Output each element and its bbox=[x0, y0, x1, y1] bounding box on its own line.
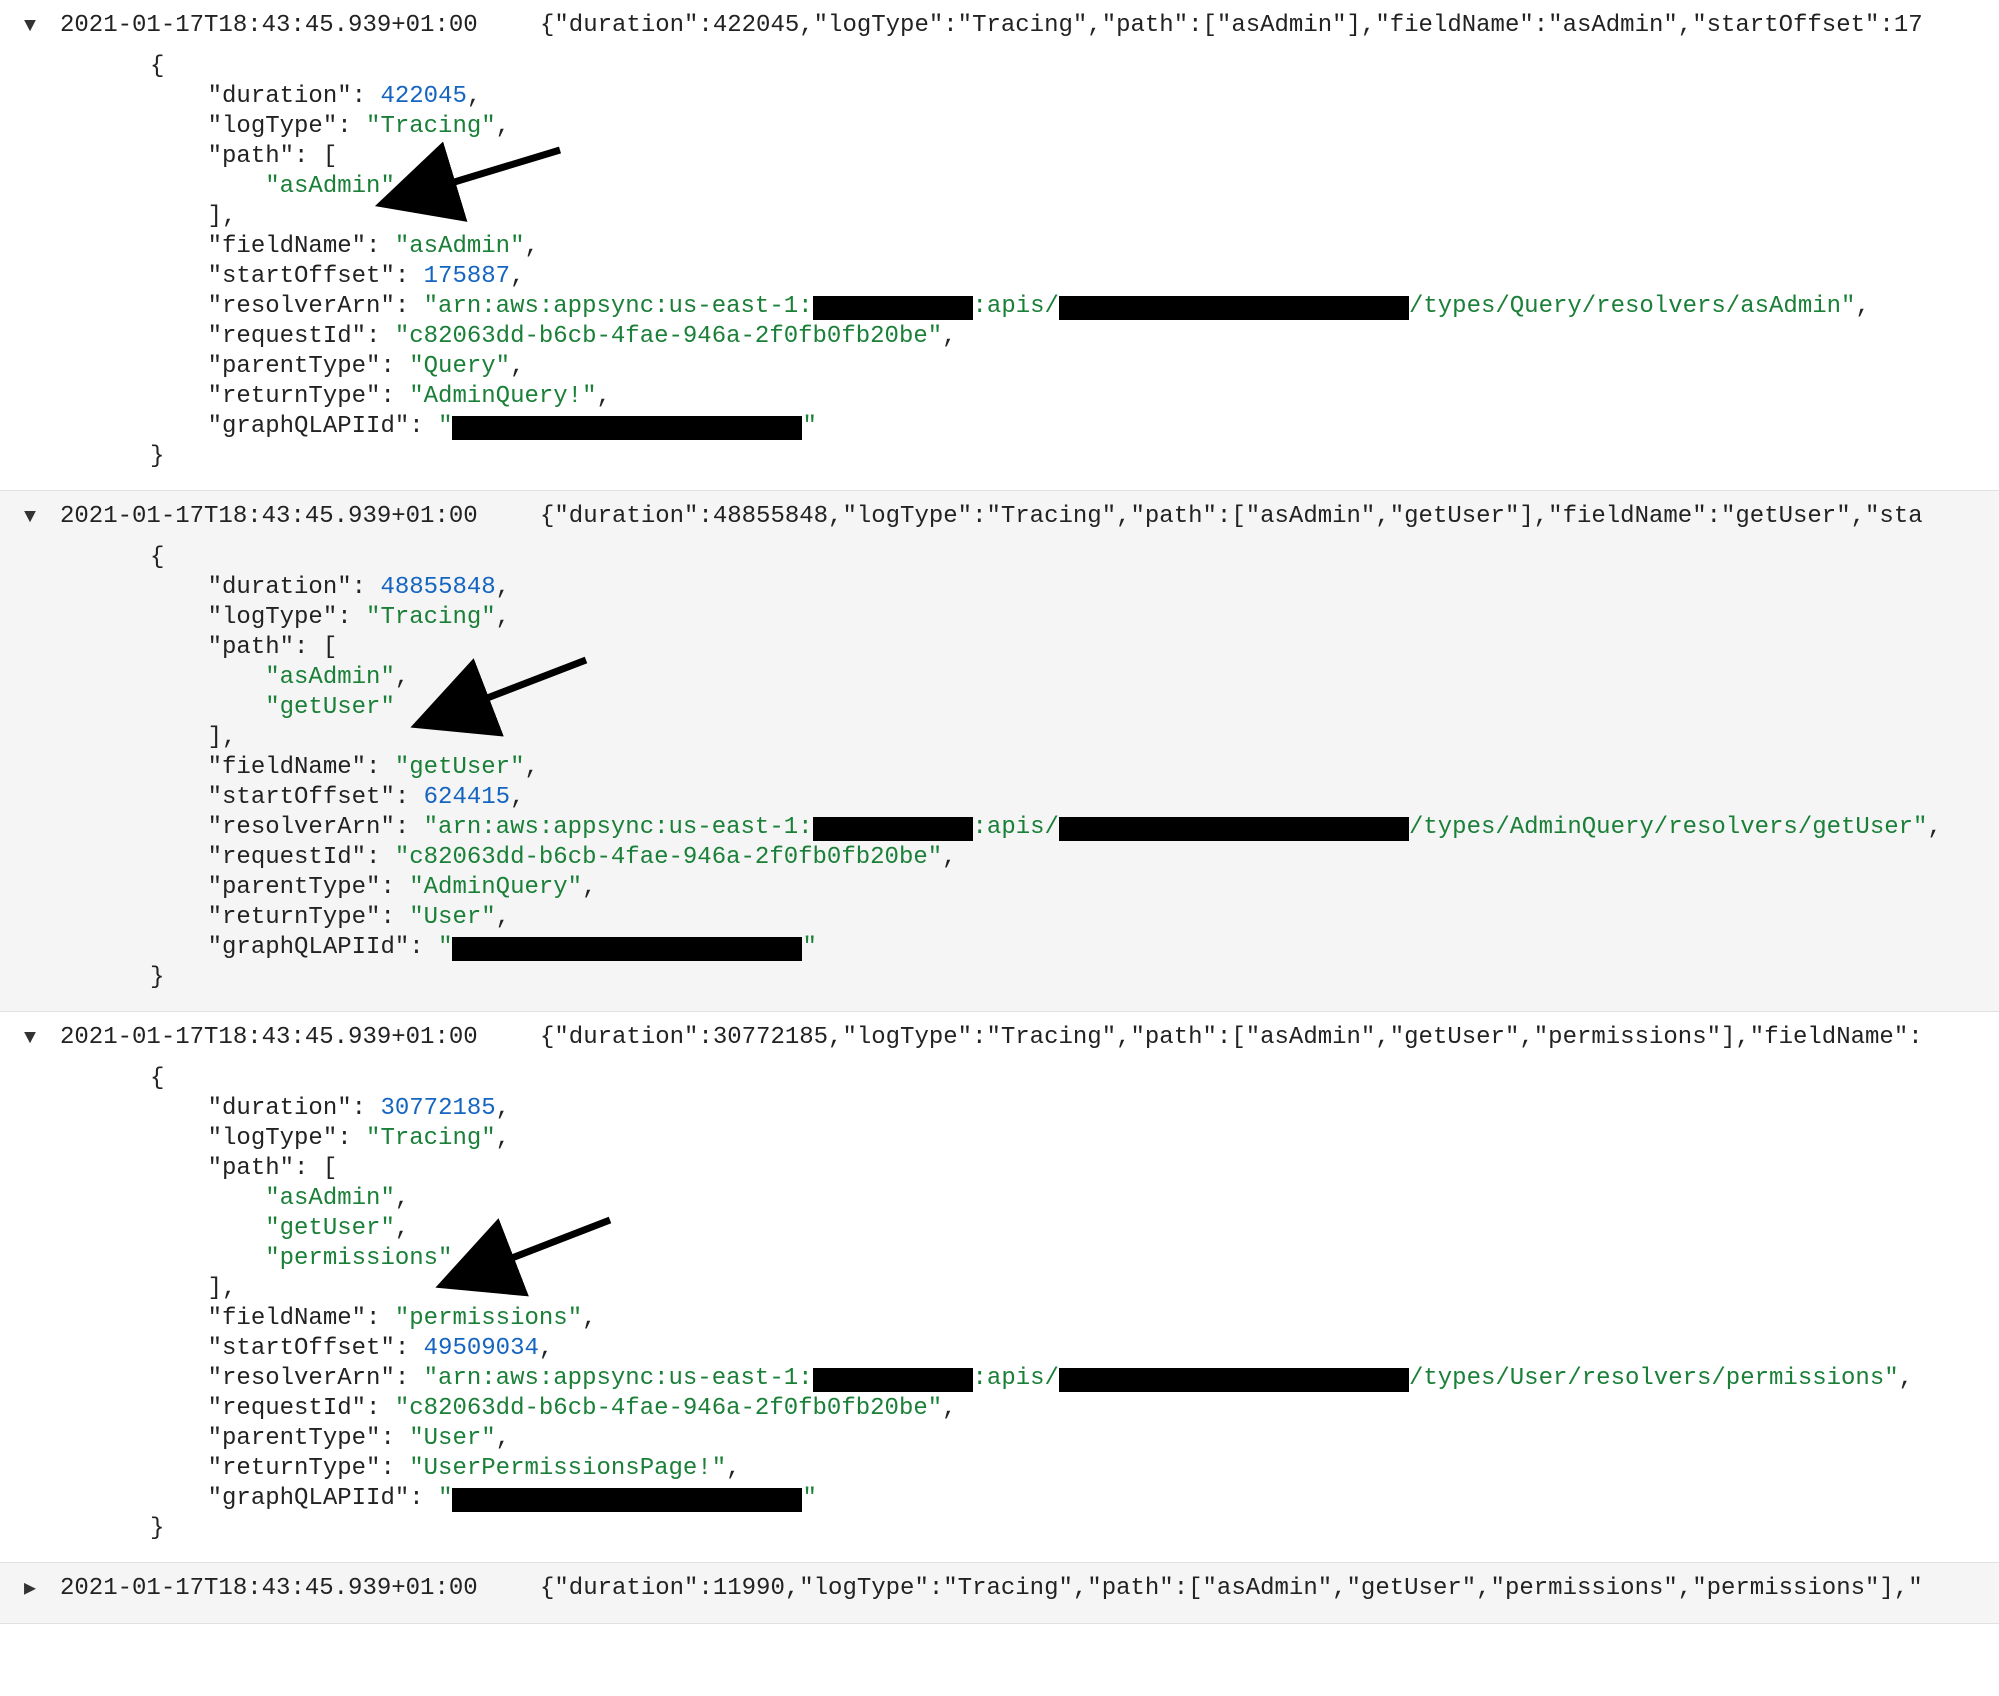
log-json-body: { "duration": 422045, "logType": "Tracin… bbox=[0, 42, 1999, 472]
redacted-block bbox=[1059, 296, 1409, 320]
redacted-block bbox=[813, 1368, 973, 1392]
log-summary: {"duration":11990,"logType":"Tracing","p… bbox=[540, 1575, 1999, 1602]
log-row-header[interactable]: ▼2021-01-17T18:43:45.939+01:00{"duration… bbox=[0, 503, 1999, 533]
log-summary: {"duration":422045,"logType":"Tracing","… bbox=[540, 12, 1999, 39]
caret-down-icon[interactable]: ▼ bbox=[0, 1024, 60, 1054]
log-summary: {"duration":48855848,"logType":"Tracing"… bbox=[540, 503, 1999, 530]
redacted-block bbox=[1059, 1368, 1409, 1392]
log-timestamp: 2021-01-17T18:43:45.939+01:00 bbox=[60, 1575, 540, 1602]
log-row-header[interactable]: ▼2021-01-17T18:43:45.939+01:00{"duration… bbox=[0, 1024, 1999, 1054]
caret-down-icon[interactable]: ▼ bbox=[0, 12, 60, 42]
caret-down-icon[interactable]: ▼ bbox=[0, 503, 60, 533]
redacted-block bbox=[1059, 817, 1409, 841]
log-row[interactable]: ▼2021-01-17T18:43:45.939+01:00{"duration… bbox=[0, 1012, 1999, 1563]
redacted-block bbox=[813, 296, 973, 320]
log-timestamp: 2021-01-17T18:43:45.939+01:00 bbox=[60, 12, 540, 39]
redacted-block bbox=[452, 937, 802, 961]
caret-right-icon[interactable]: ▶ bbox=[0, 1575, 60, 1605]
redacted-block bbox=[813, 817, 973, 841]
log-row[interactable]: ▼2021-01-17T18:43:45.939+01:00{"duration… bbox=[0, 491, 1999, 1012]
log-timestamp: 2021-01-17T18:43:45.939+01:00 bbox=[60, 503, 540, 530]
log-row[interactable]: ▶2021-01-17T18:43:45.939+01:00{"duration… bbox=[0, 1563, 1999, 1624]
log-timestamp: 2021-01-17T18:43:45.939+01:00 bbox=[60, 1024, 540, 1051]
log-json-body: { "duration": 48855848, "logType": "Trac… bbox=[0, 533, 1999, 993]
log-summary: {"duration":30772185,"logType":"Tracing"… bbox=[540, 1024, 1999, 1051]
log-row-header[interactable]: ▶2021-01-17T18:43:45.939+01:00{"duration… bbox=[0, 1575, 1999, 1605]
log-row[interactable]: ▼2021-01-17T18:43:45.939+01:00{"duration… bbox=[0, 0, 1999, 491]
redacted-block bbox=[452, 1488, 802, 1512]
redacted-block bbox=[452, 416, 802, 440]
log-row-header[interactable]: ▼2021-01-17T18:43:45.939+01:00{"duration… bbox=[0, 12, 1999, 42]
log-json-body: { "duration": 30772185, "logType": "Trac… bbox=[0, 1054, 1999, 1544]
